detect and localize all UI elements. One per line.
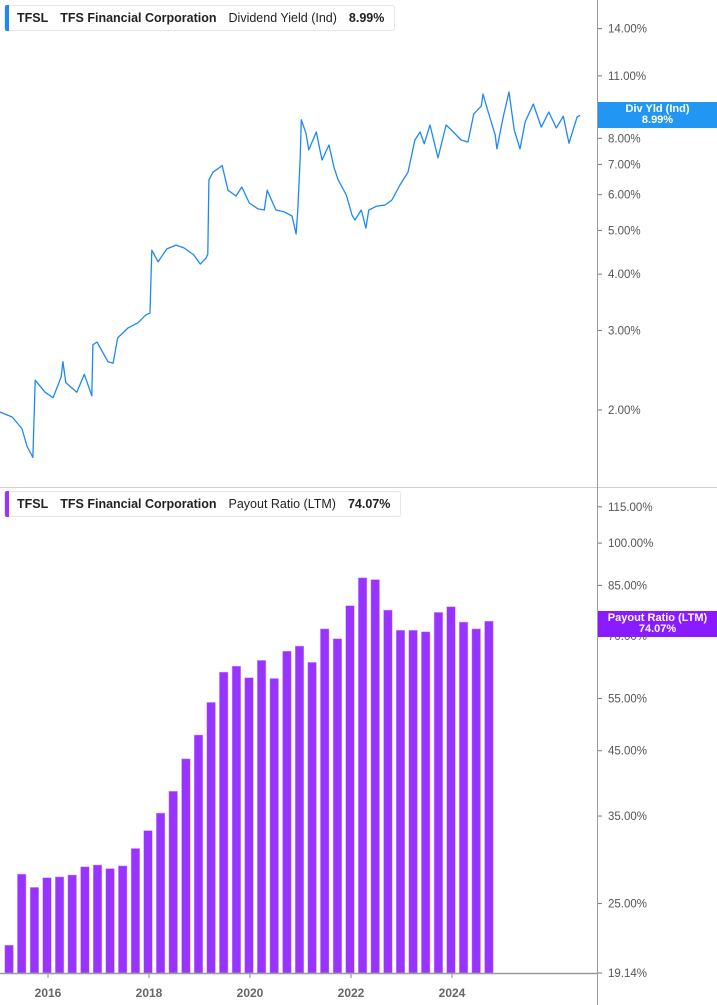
legend-value: 74.07% bbox=[347, 497, 391, 511]
y-tick-label: 3.00% bbox=[608, 326, 641, 338]
payout-bar bbox=[80, 866, 90, 974]
payout-bar bbox=[433, 612, 443, 974]
badge-value: 74.07% bbox=[638, 623, 677, 635]
payout-bar bbox=[193, 734, 204, 974]
y-tick-label: 2.00% bbox=[608, 405, 641, 417]
legend-value: 8.99% bbox=[348, 11, 385, 25]
y-tick-label: 35.00% bbox=[608, 811, 647, 823]
payout-bar bbox=[471, 628, 481, 974]
y-tick-label: 115.00% bbox=[608, 502, 653, 514]
payout-bar bbox=[307, 662, 317, 974]
payout-bar bbox=[269, 678, 279, 974]
x-tick-label: 2018 bbox=[136, 986, 163, 1000]
payout-bar bbox=[282, 650, 292, 974]
payout-bar bbox=[320, 628, 330, 974]
payout-bar bbox=[421, 631, 431, 974]
series-color-swatch bbox=[5, 491, 9, 517]
payout-bar bbox=[55, 876, 65, 974]
badge-value: 8.99% bbox=[641, 114, 674, 126]
payout-bar bbox=[67, 874, 77, 974]
legend-metric: Dividend Yield (Ind) bbox=[228, 11, 337, 25]
payout-bar bbox=[29, 887, 39, 974]
payout-bar bbox=[143, 830, 153, 974]
dividend-yield-panel: 2.00% 3.00% 4.00% 5.00% 6.00% 7.00% 8.00% 11.00… bbox=[0, 24, 647, 459]
y-tick-label: 55.00% bbox=[608, 694, 647, 706]
y-tick-label: 8.00% bbox=[608, 133, 641, 145]
payout-bar bbox=[408, 630, 418, 974]
y-tick-label: 85.00% bbox=[608, 580, 647, 592]
payout-bar bbox=[206, 702, 216, 974]
legend-metric: Payout Ratio (LTM) bbox=[228, 497, 336, 511]
payout-ratio-panel: 19.14%25.00%35.00%45.00%55.00%70.00%85.0… bbox=[4, 502, 653, 1000]
payout-bar bbox=[4, 944, 14, 974]
payout-bar bbox=[105, 868, 115, 974]
payout-bar bbox=[395, 630, 406, 974]
payout-bar bbox=[370, 579, 380, 974]
payout-bar bbox=[358, 577, 368, 974]
payout-bar bbox=[484, 620, 494, 974]
payout-bar bbox=[156, 812, 166, 974]
y-tick-label: 7.00% bbox=[608, 159, 641, 171]
payout-bar bbox=[446, 606, 456, 974]
y-tick-label: 45.00% bbox=[608, 746, 647, 758]
payout-bar bbox=[459, 621, 469, 974]
payout-bar bbox=[244, 677, 254, 974]
y-tick-label: 4.00% bbox=[608, 269, 641, 281]
legend-company: TFS Financial Corporation bbox=[60, 497, 217, 511]
series-color-swatch bbox=[5, 5, 9, 31]
payout-bar bbox=[257, 660, 267, 974]
payout-bar bbox=[332, 638, 342, 974]
top-legend: TFSL TFS Financial Corporation Dividend … bbox=[4, 5, 396, 31]
y-tick-label: 14.00% bbox=[608, 24, 647, 36]
y-tick-label: 5.00% bbox=[608, 225, 641, 237]
legend-ticker: TFSL bbox=[17, 497, 49, 511]
payout-bar bbox=[345, 605, 355, 974]
bottom-legend: TFSL TFS Financial Corporation Payout Ra… bbox=[4, 491, 402, 517]
x-tick-label: 2016 bbox=[35, 986, 62, 1000]
payout-bar bbox=[383, 609, 393, 974]
legend-ticker: TFSL bbox=[17, 11, 49, 25]
payout-bar bbox=[294, 645, 305, 974]
y-tick-label: 6.00% bbox=[608, 190, 641, 202]
current-payout-badge: Payout Ratio (LTM) 74.07% bbox=[598, 611, 717, 637]
payout-bar bbox=[17, 873, 27, 974]
payout-bar bbox=[181, 758, 191, 974]
y-tick-label: 11.00% bbox=[608, 71, 646, 83]
payout-bar bbox=[92, 864, 103, 974]
payout-bar bbox=[168, 791, 178, 974]
payout-bar bbox=[118, 865, 128, 974]
y-tick-label: 25.00% bbox=[608, 899, 647, 911]
payout-bar bbox=[231, 665, 241, 974]
dividend-yield-line bbox=[0, 91, 581, 459]
x-tick-label: 2020 bbox=[237, 986, 264, 1000]
x-tick-label: 2022 bbox=[338, 986, 365, 1000]
current-yield-badge: Div Yld (Ind) 8.99% bbox=[598, 102, 717, 128]
payout-bar bbox=[130, 848, 140, 974]
payout-bar bbox=[42, 877, 52, 974]
legend-company: TFS Financial Corporation bbox=[60, 11, 217, 25]
payout-bar bbox=[219, 671, 229, 974]
y-tick-label: 100.00% bbox=[608, 538, 653, 550]
y-tick-label: 19.14% bbox=[608, 968, 647, 980]
x-tick-label: 2024 bbox=[439, 986, 466, 1000]
